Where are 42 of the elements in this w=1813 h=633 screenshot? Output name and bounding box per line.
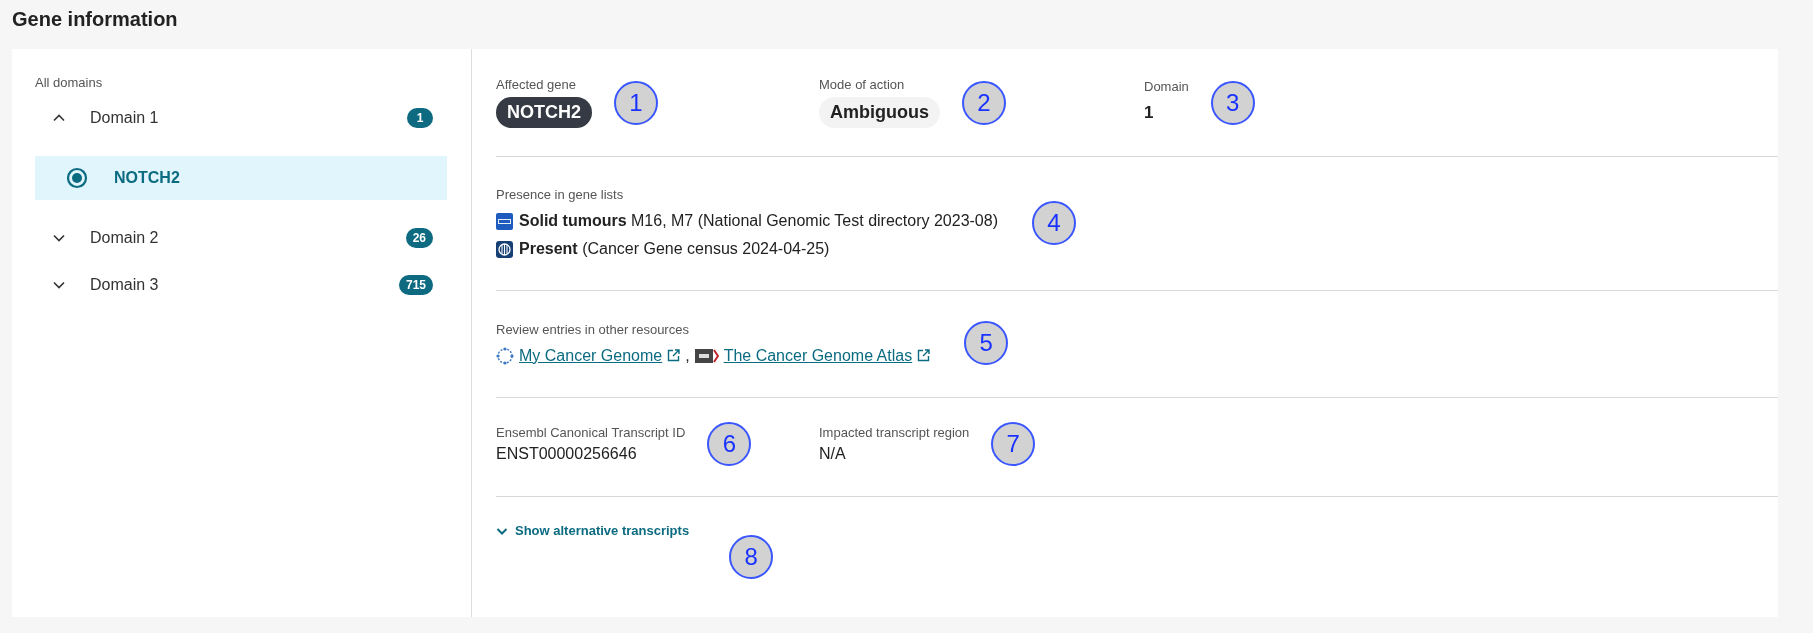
sidebar-heading: All domains	[35, 75, 104, 90]
field-value: N/A	[819, 445, 846, 463]
field-label: Impacted transcript region	[819, 425, 970, 440]
callout-number: 3	[1210, 80, 1255, 125]
callout-number: 7	[991, 422, 1036, 466]
resource-link[interactable]: My Cancer Genome	[519, 346, 663, 365]
show-transcripts-toggle[interactable]: Show alternative transcripts	[496, 523, 690, 538]
field-value: 1	[1144, 101, 1154, 124]
callout-number: 8	[729, 535, 774, 579]
external-link-icon	[667, 349, 681, 362]
count-badge: 1	[407, 108, 433, 128]
callout-number: 6	[707, 422, 752, 466]
section-label: Review entries in other resources	[496, 321, 690, 337]
radio-selected-icon	[66, 167, 88, 189]
field-value: ENST00000256646	[496, 445, 637, 463]
resource-link[interactable]: The Cancer Genome Atlas	[723, 346, 913, 365]
count-badge: 26	[405, 228, 433, 248]
network-logo-icon	[496, 346, 514, 365]
field-label: Affected gene	[496, 77, 576, 92]
callout-number: 4	[1032, 200, 1076, 245]
domain-item[interactable]: Domain 1 1	[35, 102, 447, 134]
field-label: Ensembl Canonical Transcript ID	[496, 425, 686, 440]
gene-list-entry: Present (Cancer Gene census 2024-04-25)	[519, 240, 830, 258]
gene-tag: NOTCH2	[496, 97, 592, 128]
census-logo-icon	[496, 240, 513, 258]
section-label: Presence in gene lists	[496, 187, 625, 202]
field-label: Mode of action	[819, 77, 905, 92]
callout-number: 2	[962, 80, 1006, 125]
nhs-logo-icon	[496, 212, 513, 230]
page-title: Gene information	[12, 7, 179, 32]
field-label: Domain	[1144, 78, 1189, 94]
gene-list-entry: Solid tumours M16, M7 (National Genomic Test directory 2023-08)	[519, 212, 998, 230]
domain-item[interactable]: Domain 3 715	[35, 269, 447, 301]
callout-number: 1	[614, 80, 658, 125]
external-link-icon	[917, 349, 931, 362]
domain-item[interactable]: Domain 2 26	[35, 222, 447, 254]
count-badge: 715	[398, 275, 433, 295]
separator-text: ,	[685, 346, 690, 365]
callout-number: 5	[964, 321, 1009, 365]
nih-logo-icon	[694, 348, 719, 363]
gene-item[interactable]: NOTCH2	[35, 156, 447, 200]
mode-tag: Ambiguous	[819, 97, 940, 128]
